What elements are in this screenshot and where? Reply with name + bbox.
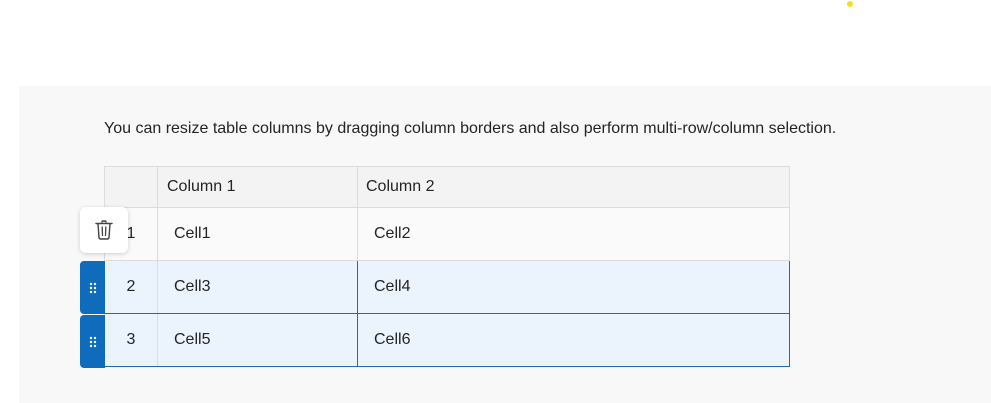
table-cell[interactable]: Cell2 — [357, 207, 790, 261]
trash-icon — [95, 220, 113, 240]
drag-grip-icon — [89, 282, 96, 293]
header-row: Column 1 Column 2 — [104, 166, 790, 208]
table-cell[interactable]: Cell5 — [157, 313, 358, 367]
table-row-selected[interactable]: 2 Cell3 Cell4 — [104, 260, 790, 314]
delete-row-button[interactable] — [80, 207, 128, 253]
indicator-dot — [847, 1, 853, 7]
table-cell[interactable]: Cell1 — [157, 207, 358, 261]
table-cell[interactable]: Cell6 — [357, 313, 790, 367]
column-header-2[interactable]: Column 2 — [357, 166, 790, 208]
table-cell[interactable]: Cell3 — [157, 260, 358, 314]
row-number[interactable]: 2 — [104, 260, 158, 314]
table-cell[interactable]: Cell4 — [357, 260, 790, 314]
row-drag-handle[interactable] — [80, 261, 105, 314]
resizable-table: Column 1 Column 2 1 Cell1 Cell2 2 Cell3 … — [104, 166, 790, 367]
description-text: You can resize table columns by dragging… — [104, 120, 837, 137]
row-number-header[interactable] — [104, 166, 158, 208]
table-row[interactable]: 1 Cell1 Cell2 — [104, 207, 790, 261]
row-number[interactable]: 3 — [104, 313, 158, 367]
drag-grip-icon — [89, 336, 96, 347]
table-row-selected[interactable]: 3 Cell5 Cell6 — [104, 313, 790, 367]
column-header-1[interactable]: Column 1 — [157, 166, 358, 208]
row-drag-handle[interactable] — [80, 315, 105, 368]
